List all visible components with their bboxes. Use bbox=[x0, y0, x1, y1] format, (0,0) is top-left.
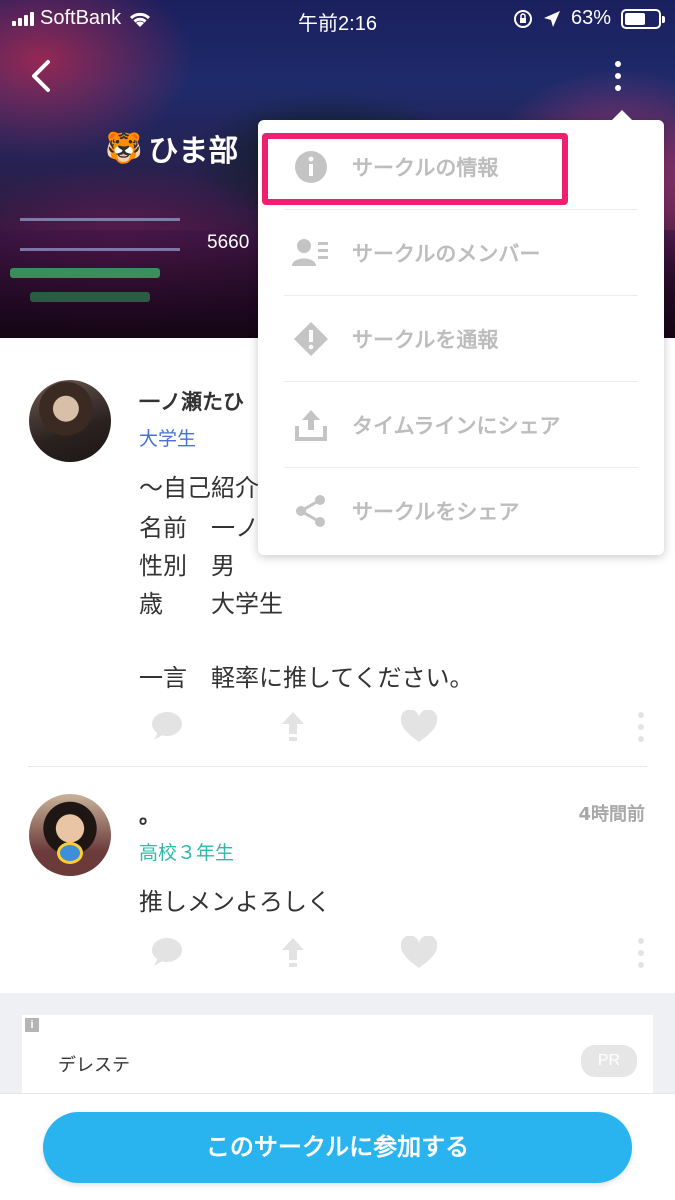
post-body-line: 性別 男 bbox=[139, 552, 235, 580]
arrow-up-icon[interactable] bbox=[280, 936, 306, 970]
status-bar: SoftBank 午前2:16 63% bbox=[0, 0, 675, 38]
heart-icon[interactable] bbox=[400, 936, 438, 970]
ad-section: i デレステ PR bbox=[0, 993, 675, 1093]
battery-percent: 63% bbox=[570, 7, 611, 29]
battery-icon bbox=[621, 8, 665, 29]
avatar[interactable] bbox=[29, 380, 111, 462]
report-icon bbox=[294, 322, 328, 356]
post-divider bbox=[28, 766, 647, 767]
menu-item-label: サークルをシェア bbox=[352, 500, 520, 524]
ad-card[interactable]: i デレステ PR bbox=[22, 1015, 653, 1093]
menu-item-share-circle[interactable]: サークルをシェア bbox=[258, 468, 664, 554]
ad-info-icon[interactable]: i bbox=[25, 1018, 39, 1032]
post-author[interactable]: 。 bbox=[139, 800, 160, 830]
avatar[interactable] bbox=[29, 794, 111, 876]
more-vertical-icon[interactable] bbox=[636, 936, 646, 970]
upload-share-icon bbox=[295, 410, 327, 441]
share-icon bbox=[296, 495, 325, 527]
post-body-line: 名前 一ノ bbox=[139, 514, 259, 542]
more-vertical-icon[interactable] bbox=[636, 710, 646, 744]
arrow-up-icon[interactable] bbox=[280, 710, 306, 744]
menu-item-label: タイムラインにシェア bbox=[352, 414, 561, 438]
highlight-annotation bbox=[262, 133, 568, 205]
more-options-button[interactable] bbox=[604, 54, 632, 98]
menu-item-report-circle[interactable]: サークルを通報 bbox=[258, 296, 664, 382]
menu-item-share-timeline[interactable]: タイムラインにシェア bbox=[258, 382, 664, 468]
post-grade: 大学生 bbox=[139, 428, 197, 450]
fence-rail bbox=[20, 248, 180, 251]
light-glow bbox=[30, 292, 150, 302]
fence-rail bbox=[20, 218, 180, 221]
menu-item-label: サークルを通報 bbox=[352, 328, 499, 352]
post-body-line: 推しメンよろしく bbox=[139, 888, 331, 916]
comment-icon[interactable] bbox=[150, 936, 184, 968]
tiger-emoji-icon: 🐯 bbox=[105, 130, 143, 166]
post-author[interactable]: 一ノ瀬たひ bbox=[139, 386, 244, 416]
light-glow bbox=[10, 268, 160, 278]
location-icon bbox=[543, 10, 560, 27]
pacifier-sticker bbox=[57, 842, 83, 864]
comment-icon[interactable] bbox=[150, 710, 184, 742]
post-grade: 高校３年生 bbox=[139, 842, 235, 864]
post-body-line: 〜自己紹介 bbox=[139, 474, 259, 502]
circle-title: 🐯 ひま部 bbox=[105, 126, 238, 170]
post-actions bbox=[0, 710, 675, 750]
menu-item-circle-members[interactable]: サークルのメンバー bbox=[258, 210, 664, 296]
menu-item-label: サークルのメンバー bbox=[352, 242, 541, 266]
post-body-line: 歳 大学生 bbox=[139, 590, 283, 618]
pr-badge: PR bbox=[581, 1045, 637, 1077]
circle-title-text: ひま部 bbox=[148, 134, 239, 169]
member-count: 5660 bbox=[207, 232, 250, 253]
ad-title: デレステ bbox=[58, 1055, 130, 1076]
back-button[interactable] bbox=[24, 54, 64, 98]
post-body-line: 一言 軽率に推してください。 bbox=[139, 664, 474, 692]
orientation-lock-icon bbox=[513, 9, 532, 28]
heart-icon[interactable] bbox=[400, 710, 438, 744]
post-actions bbox=[0, 936, 675, 976]
bottom-bar: このサークルに参加する bbox=[0, 1093, 675, 1200]
chevron-left-icon bbox=[32, 60, 50, 92]
post-timestamp: 4時間前 bbox=[578, 804, 645, 825]
join-circle-button[interactable]: このサークルに参加する bbox=[43, 1112, 632, 1183]
members-icon bbox=[292, 239, 328, 266]
